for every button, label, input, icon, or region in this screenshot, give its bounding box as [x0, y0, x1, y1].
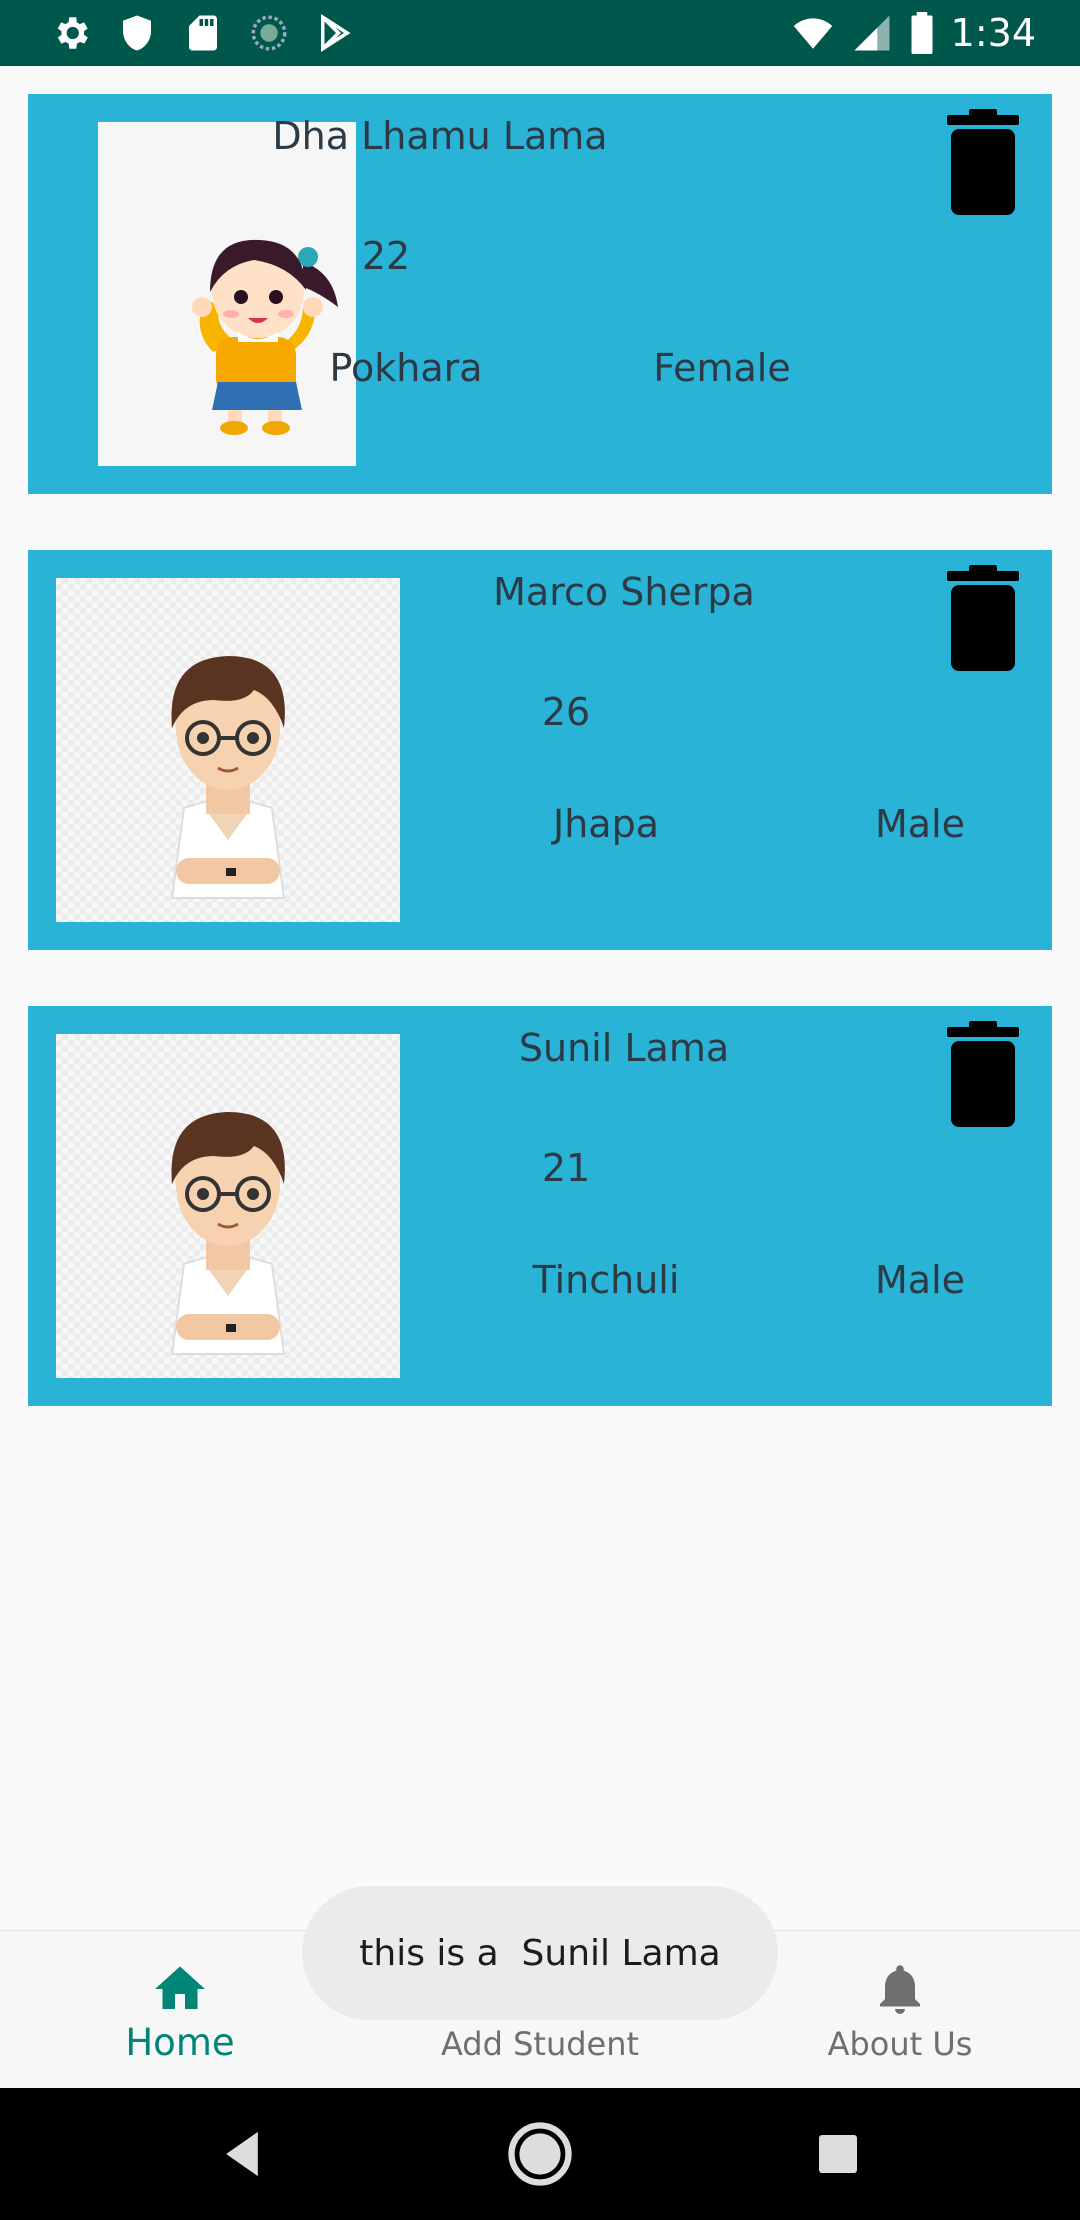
nav-label: Add Student [440, 2025, 640, 2063]
back-icon[interactable] [204, 2116, 280, 2192]
student-age: 22 [361, 234, 411, 278]
nav-about-us[interactable]: About Us [750, 1931, 1050, 2089]
delete-icon[interactable] [943, 565, 1023, 673]
student-card[interactable]: Dha Lhamu Lama 22 Pokhara Female [28, 94, 1052, 494]
battery-icon [911, 12, 933, 54]
student-city: Tinchuli [532, 1258, 680, 1302]
nav-home[interactable]: Home [30, 1931, 330, 2089]
boy-avatar-icon [170, 1112, 286, 1355]
home-icon [155, 1966, 205, 2009]
girl-avatar-icon [192, 239, 338, 435]
student-card[interactable]: Marco Sherpa 26 Jhapa Male [28, 550, 1052, 950]
bell-icon [880, 1965, 920, 2014]
student-age: 21 [541, 1146, 591, 1190]
home-button-icon[interactable] [502, 2116, 578, 2192]
play-store-icon [321, 14, 351, 52]
boy-avatar-icon [170, 656, 286, 899]
student-name: Marco Sherpa [493, 570, 755, 614]
nav-label: About Us [827, 2025, 973, 2063]
delete-icon[interactable] [943, 109, 1023, 217]
system-navigation-bar [0, 2088, 1080, 2220]
recents-icon[interactable] [800, 2116, 876, 2192]
student-photo [56, 578, 400, 922]
cell-signal-icon [854, 15, 890, 51]
wifi-icon [793, 18, 832, 49]
sync-circle-icon [251, 15, 287, 51]
shield-icon [123, 15, 151, 51]
status-bar: 1:34 [0, 0, 1080, 66]
gear-icon [57, 17, 88, 49]
student-card[interactable]: Sunil Lama 21 Tinchuli Male [28, 1006, 1052, 1406]
student-city: Jhapa [553, 802, 659, 846]
student-gender: Male [874, 802, 966, 846]
student-gender: Female [653, 346, 791, 390]
sd-card-icon [189, 15, 217, 51]
nav-label: Home [125, 2021, 235, 2064]
student-photo [56, 1034, 400, 1378]
student-city: Pokhara [329, 346, 483, 390]
toast-message: this is a Sunil Lama [302, 1886, 778, 2020]
student-photo [98, 122, 356, 466]
student-name: Dha Lhamu Lama [272, 114, 608, 158]
student-gender: Male [874, 1258, 966, 1302]
student-name: Sunil Lama [518, 1026, 730, 1070]
student-age: 26 [541, 690, 591, 734]
clock: 1:34 [950, 11, 1036, 55]
delete-icon[interactable] [943, 1021, 1023, 1129]
